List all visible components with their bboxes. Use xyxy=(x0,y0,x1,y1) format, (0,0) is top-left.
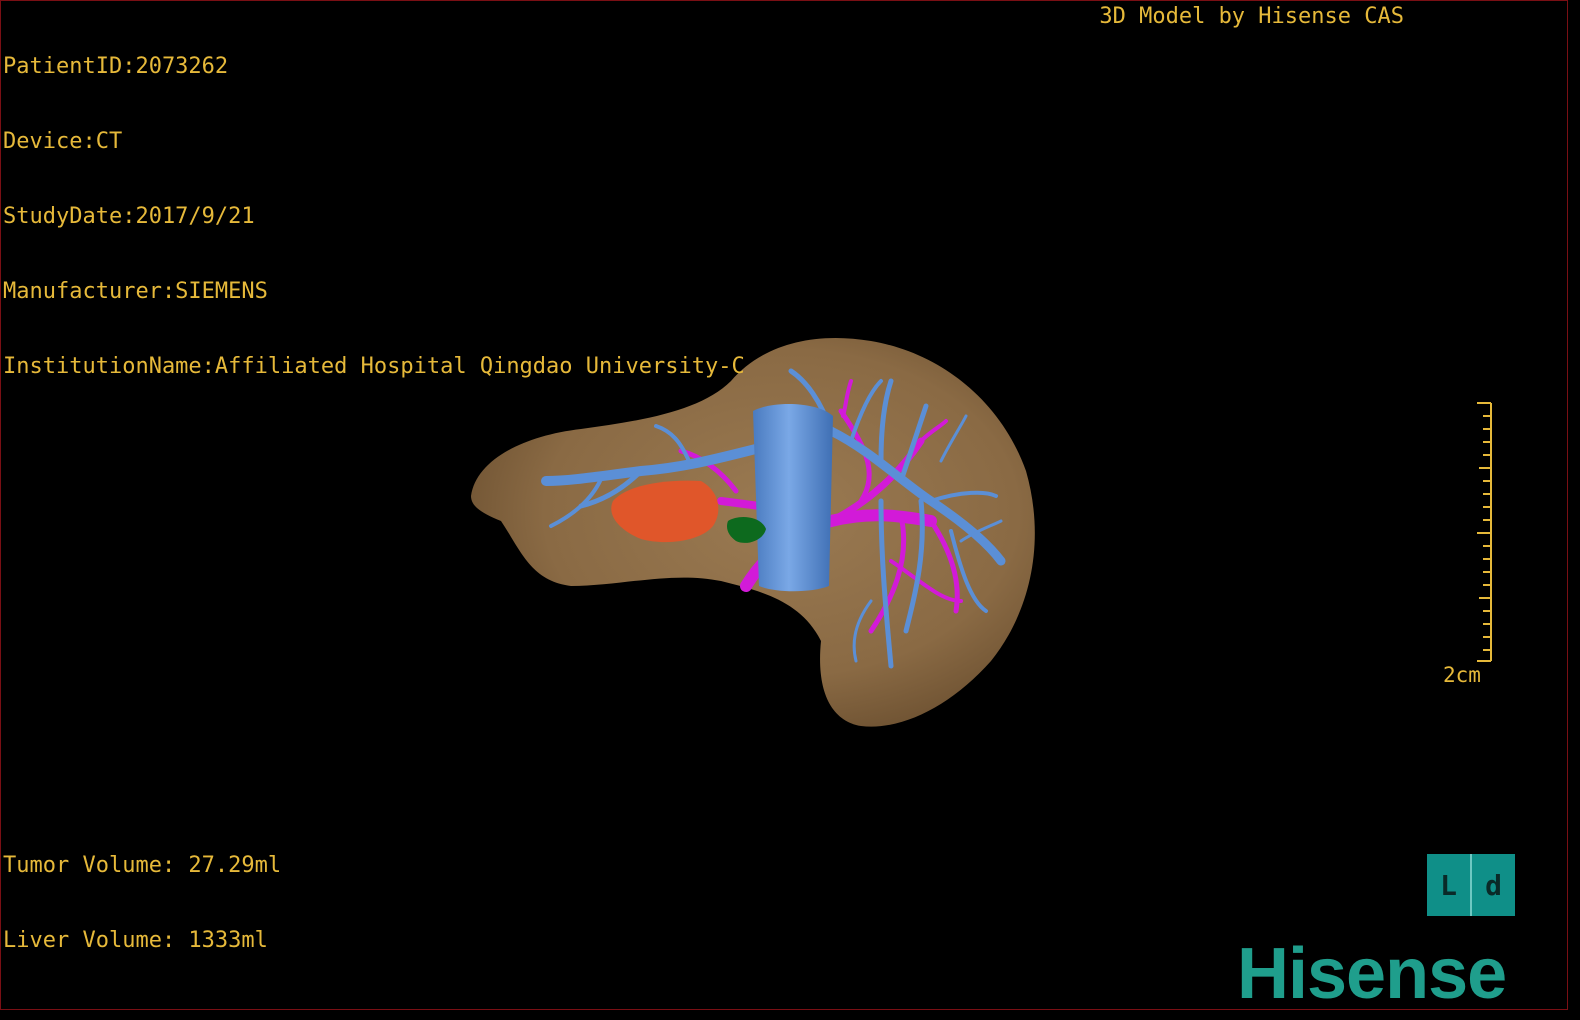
orientation-face-right[interactable]: d xyxy=(1470,854,1515,916)
device: Device:CT xyxy=(3,129,123,154)
scale-bar xyxy=(1477,402,1492,662)
inferior-vena-cava xyxy=(753,404,833,592)
3d-viewport[interactable]: PatientID:2073262 Device:CT StudyDate:20… xyxy=(0,0,1568,1010)
hisense-logo: Hisense xyxy=(1237,934,1507,1010)
study-info: PatientID:2073262 Device:CT StudyDate:20… xyxy=(3,4,745,429)
manufacturer: Manufacturer:SIEMENS xyxy=(3,279,268,304)
patient-id: PatientID:2073262 xyxy=(3,54,229,79)
liver-volume: Liver Volume: 1333ml xyxy=(3,928,268,953)
volume-readout: Tumor Volume: 27.29ml Liver Volume: 1333… xyxy=(3,803,281,1003)
orientation-face-left[interactable]: L xyxy=(1427,854,1470,916)
tumor-volume: Tumor Volume: 27.29ml xyxy=(3,853,282,878)
scale-label: 2cm xyxy=(1443,663,1481,687)
model-credit: 3D Model by Hisense CAS xyxy=(1099,4,1404,29)
institution-name: InstitutionName:Affiliated Hospital Qing… xyxy=(3,354,745,379)
orientation-cube[interactable]: L d xyxy=(1427,854,1515,916)
study-date: StudyDate:2017/9/21 xyxy=(3,204,255,229)
